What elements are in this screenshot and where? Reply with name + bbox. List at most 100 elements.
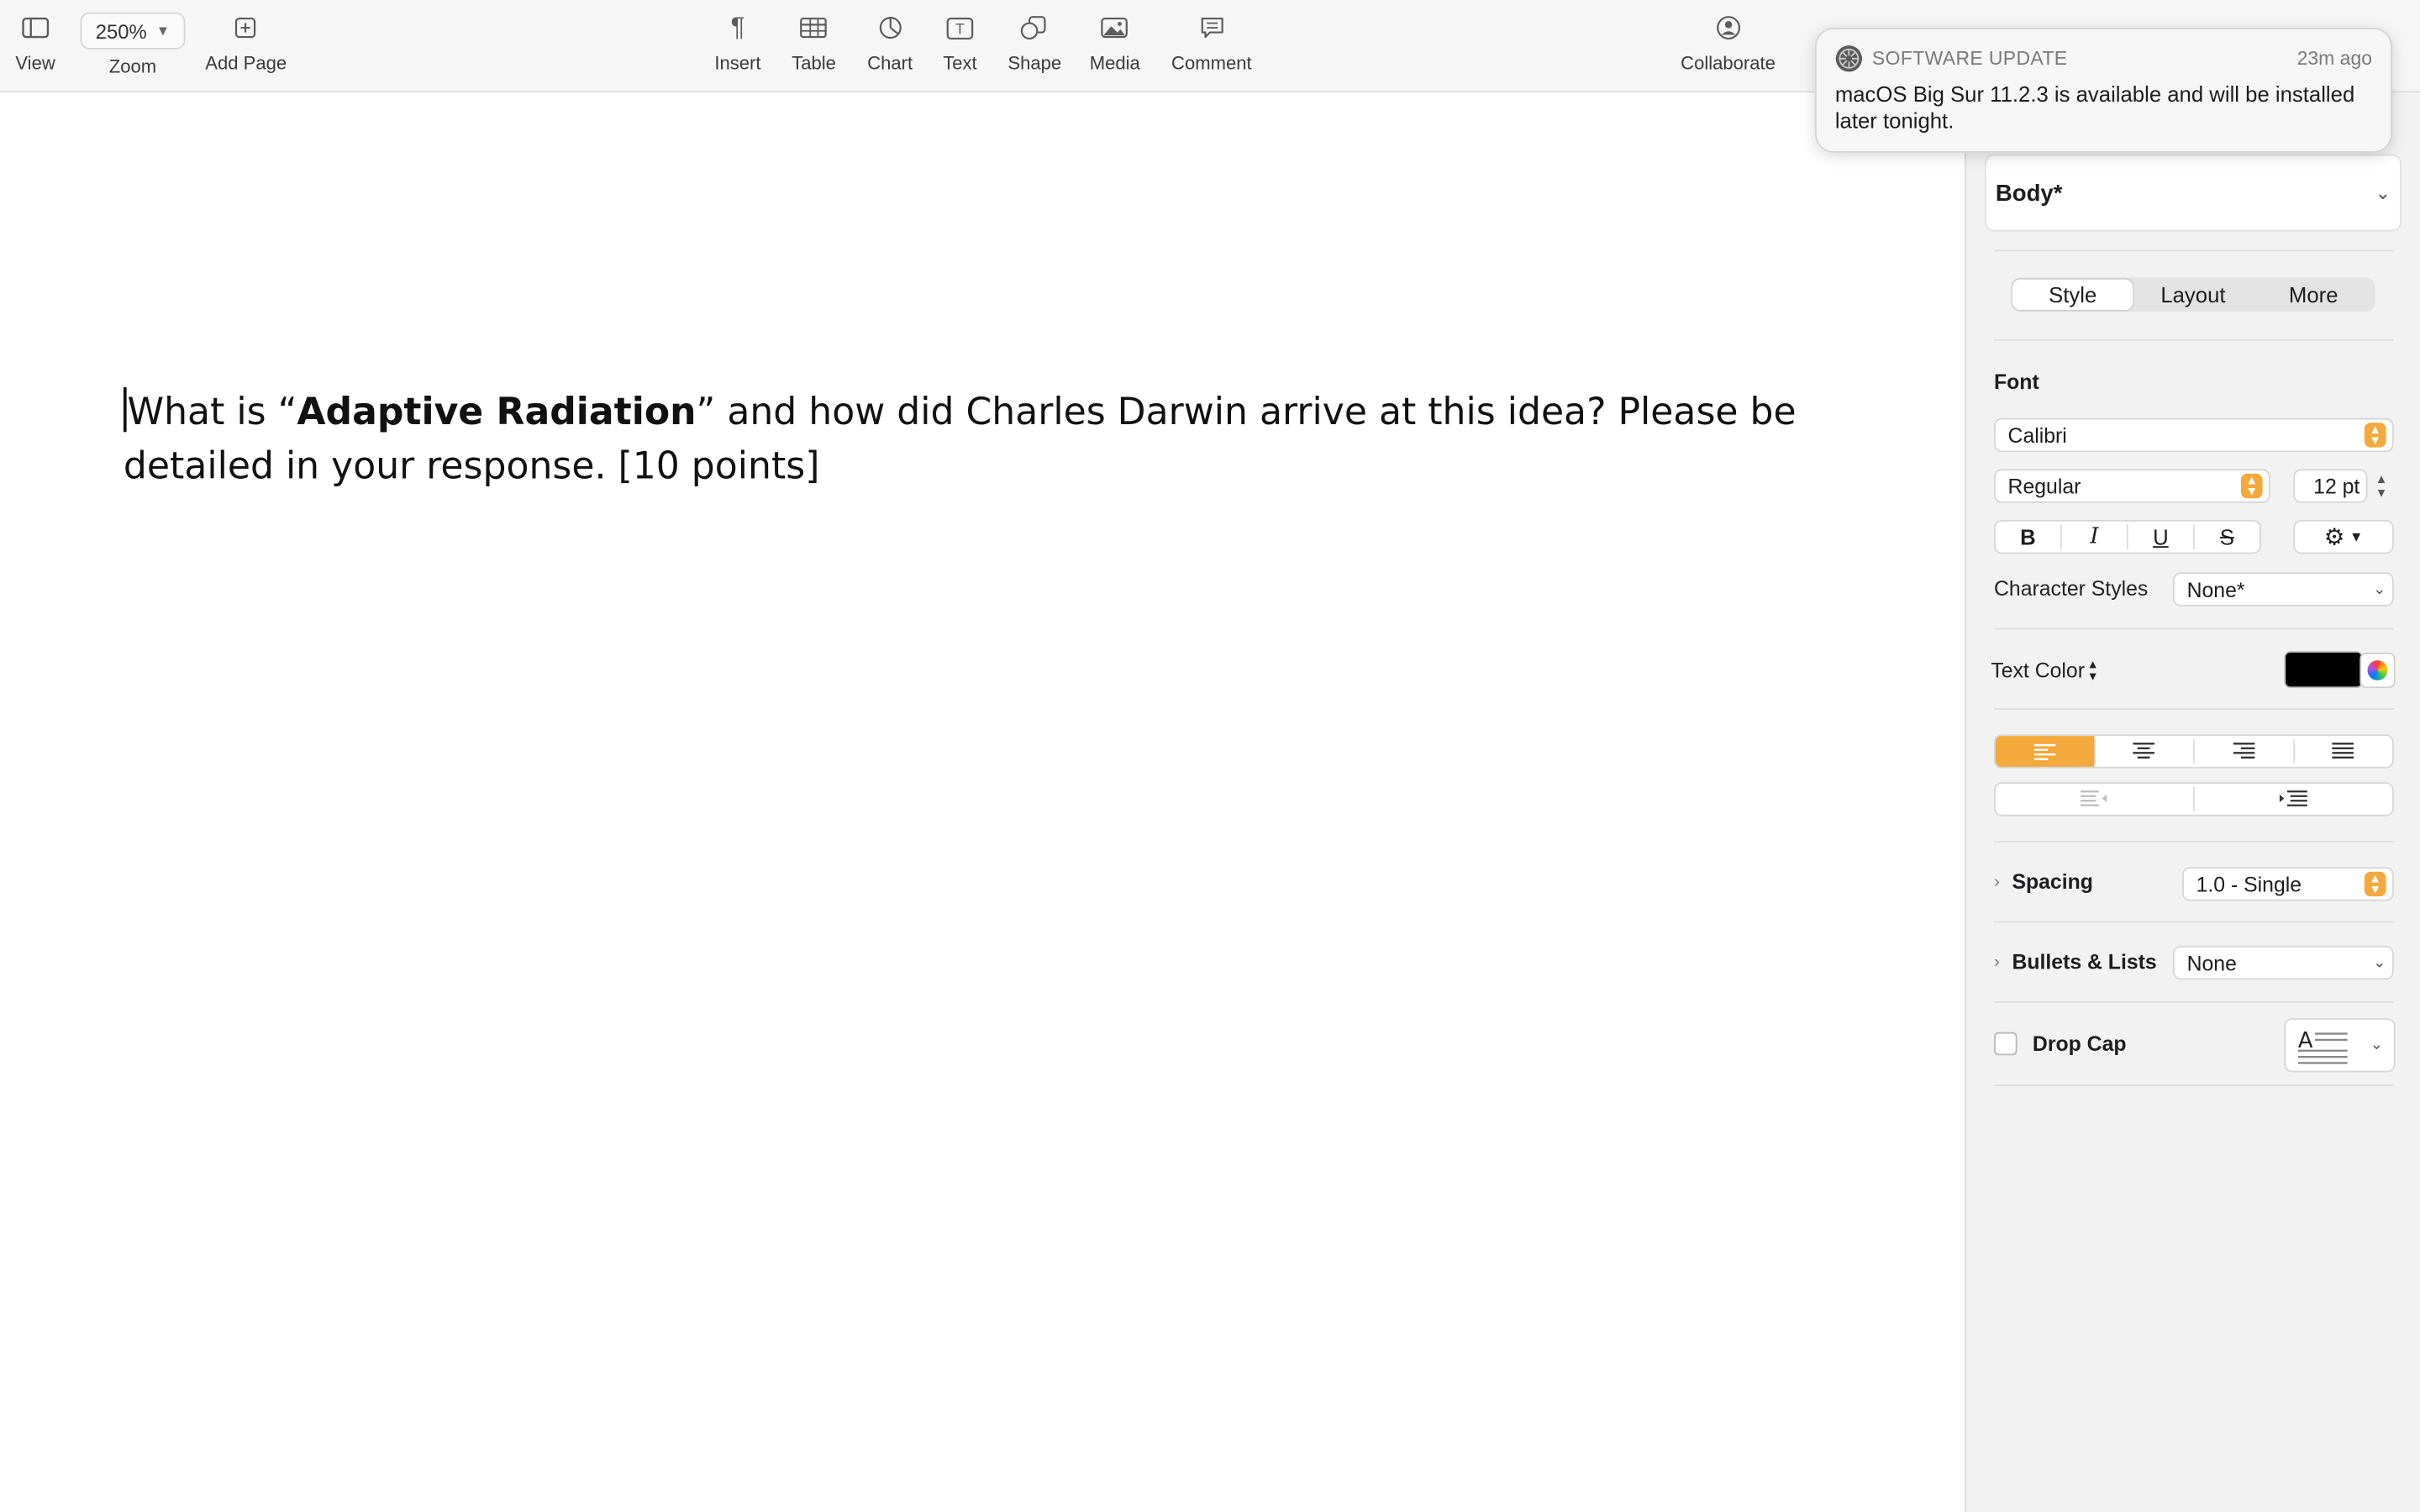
- bold-button[interactable]: B: [1996, 524, 2060, 549]
- software-update-icon: [1835, 45, 1862, 72]
- tab-style[interactable]: Style: [2012, 279, 2133, 311]
- paragraph-style-popup[interactable]: Body* ⌄: [1984, 154, 2402, 232]
- font-heading: Font: [1994, 370, 2039, 394]
- chart-button[interactable]: Chart: [867, 13, 913, 74]
- chart-label: Chart: [867, 52, 913, 75]
- bullets-label: Bullets & Lists: [2012, 950, 2157, 974]
- collaborate-button[interactable]: Collaborate: [1681, 13, 1776, 74]
- text-format-buttons: B I U S: [1994, 519, 2261, 554]
- divider: [1994, 627, 2394, 630]
- chevron-down-icon: ▼: [2375, 486, 2388, 501]
- insert-button[interactable]: ¶ Insert: [714, 13, 760, 74]
- advanced-options-popup[interactable]: ⚙ ▼: [2293, 519, 2394, 554]
- bullets-disclosure[interactable]: › Bullets & Lists: [1994, 950, 2157, 974]
- font-size-value: 12 pt: [2313, 474, 2360, 498]
- question-text-start: What is “: [127, 390, 297, 434]
- character-styles-popup[interactable]: None* ⌄: [2173, 572, 2394, 606]
- zoom-value: 250%: [95, 18, 147, 43]
- comment-icon: [1198, 13, 1224, 44]
- text-button[interactable]: T Text: [943, 13, 977, 75]
- font-family-value: Calibri: [2007, 423, 2067, 447]
- divider: [1994, 708, 2394, 710]
- indent-buttons: [1994, 782, 2394, 816]
- textbox-icon: T: [946, 13, 974, 44]
- notification-app-name: SOFTWARE UPDATE: [1871, 47, 2068, 70]
- media-button[interactable]: Media: [1090, 13, 1140, 74]
- align-center-icon: [2133, 743, 2155, 759]
- chevron-down-icon: ⌄: [2370, 1037, 2384, 1054]
- comment-button[interactable]: Comment: [1171, 13, 1252, 74]
- updown-arrows-icon: ▴ ▾: [2089, 655, 2096, 684]
- popup-arrows-icon: ▲ ▼: [2364, 423, 2386, 448]
- svg-text:T: T: [955, 20, 965, 36]
- increase-indent-button[interactable]: [2192, 786, 2392, 812]
- align-left-button[interactable]: [1995, 736, 2094, 767]
- view-label: View: [15, 52, 55, 75]
- chevron-down-icon: ▼: [2349, 528, 2364, 545]
- gear-icon: ⚙: [2323, 524, 2345, 551]
- justify-button[interactable]: [2292, 738, 2391, 764]
- view-button[interactable]: View: [15, 13, 55, 74]
- font-style-popup[interactable]: Regular ▲ ▼: [1994, 469, 2270, 503]
- add-page-label: Add Page: [205, 52, 287, 75]
- question-paragraph[interactable]: What is “Adaptive Radiation” and how did…: [123, 386, 1914, 494]
- align-center-button[interactable]: [2093, 738, 2192, 764]
- drop-cap-label: Drop Cap: [2032, 1032, 2127, 1056]
- color-wheel-button[interactable]: [2360, 652, 2396, 689]
- zoom-label: Zoom: [108, 55, 157, 77]
- font-size-stepper[interactable]: ▲ ▼: [2372, 469, 2391, 502]
- sidebar-tabs: Style Layout More: [2011, 277, 2375, 312]
- media-label: Media: [1089, 52, 1140, 75]
- spacing-popup[interactable]: 1.0 - Single ▲ ▼: [2182, 867, 2394, 901]
- pilcrow-icon: ¶: [730, 12, 745, 42]
- drop-cap-control[interactable]: Drop Cap: [1994, 1032, 2127, 1056]
- collaborate-label: Collaborate: [1681, 52, 1776, 75]
- add-page-button[interactable]: Add Page: [205, 13, 287, 74]
- table-button[interactable]: Table: [792, 13, 836, 74]
- document-canvas[interactable]: What is “Adaptive Radiation” and how did…: [0, 92, 1965, 1512]
- drop-cap-style-popup[interactable]: A ⌄: [2284, 1018, 2396, 1073]
- tab-more[interactable]: More: [2254, 279, 2374, 310]
- chevron-right-icon: ›: [1994, 872, 2000, 891]
- strikethrough-button[interactable]: S: [2192, 524, 2260, 549]
- underline-button[interactable]: U: [2126, 524, 2193, 549]
- divider: [1994, 339, 2394, 341]
- chevron-up-icon: ▲: [2375, 472, 2388, 486]
- bullets-popup[interactable]: None ⌄: [2173, 945, 2394, 980]
- text-color-control[interactable]: Text Color ▴ ▾: [1991, 655, 2096, 684]
- format-sidebar: Body* ⌄ Style Layout More Font Calibri ▲…: [1965, 92, 2420, 1512]
- popup-arrows-icon: ▲ ▼: [2240, 473, 2263, 499]
- drop-cap-checkbox[interactable]: [1994, 1032, 2018, 1056]
- tab-layout[interactable]: Layout: [2133, 279, 2253, 310]
- text-label: Text: [943, 52, 977, 75]
- justify-icon: [2332, 743, 2354, 759]
- italic-button[interactable]: I: [2060, 524, 2127, 549]
- divider: [1994, 249, 2394, 252]
- divider: [1994, 1001, 2394, 1003]
- notification-message: macOS Big Sur 11.2.3 is available and wi…: [1834, 81, 2355, 133]
- shape-label: Shape: [1007, 52, 1062, 75]
- insert-label: Insert: [714, 52, 761, 75]
- decrease-indent-button[interactable]: [1996, 787, 2193, 811]
- comment-label: Comment: [1171, 52, 1252, 75]
- divider: [1994, 921, 2394, 923]
- spacing-disclosure[interactable]: › Spacing: [1994, 870, 2093, 894]
- software-update-notification[interactable]: SOFTWARE UPDATE 23m ago macOS Big Sur 11…: [1814, 28, 2392, 153]
- zoom-popup[interactable]: 250% ▼: [80, 12, 186, 50]
- add-page-icon: [235, 13, 257, 44]
- chevron-right-icon: ›: [1994, 953, 2000, 972]
- character-styles-label: Character Styles: [1994, 576, 2149, 601]
- zoom-control[interactable]: 250% ▼ Zoom: [80, 12, 186, 77]
- divider: [1994, 841, 2394, 843]
- text-color-swatch[interactable]: [2284, 651, 2363, 689]
- font-family-popup[interactable]: Calibri ▲ ▼: [1994, 417, 2394, 453]
- font-size-field[interactable]: 12 pt: [2293, 469, 2368, 503]
- chart-pie-icon: [877, 13, 902, 44]
- alignment-buttons: [1994, 734, 2394, 769]
- photo-icon: [1101, 13, 1128, 44]
- spacing-value: 1.0 - Single: [2196, 872, 2302, 896]
- paragraph-style-value: Body*: [1995, 179, 2063, 207]
- chevron-down-icon: ⌄: [2373, 580, 2386, 598]
- shape-button[interactable]: Shape: [1007, 13, 1061, 74]
- align-right-button[interactable]: [2192, 738, 2292, 764]
